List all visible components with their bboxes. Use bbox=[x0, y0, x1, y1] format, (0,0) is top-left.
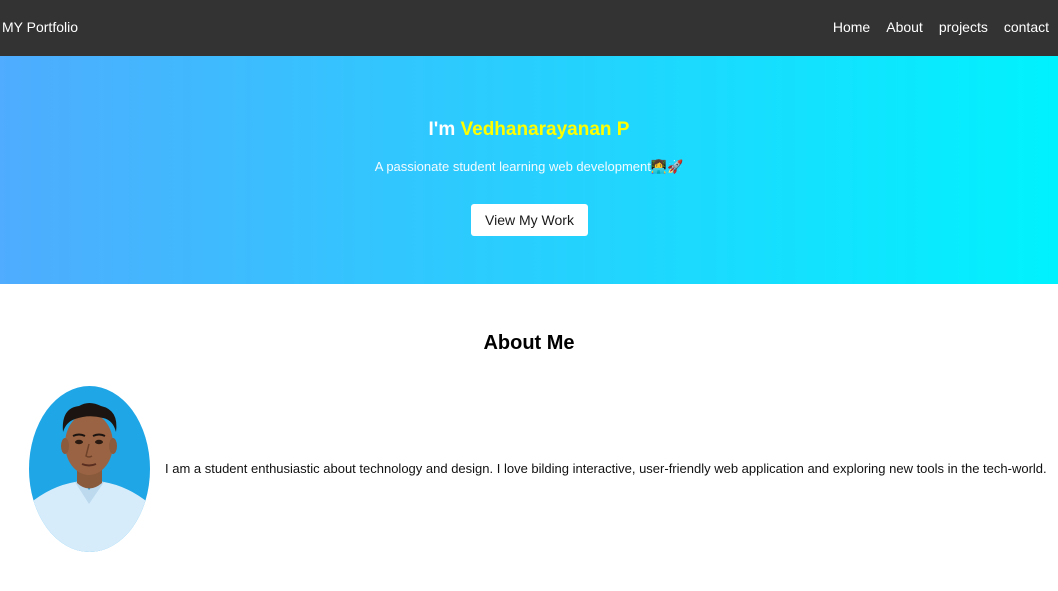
about-description: I am a student enthusiastic about techno… bbox=[165, 461, 1047, 476]
view-my-work-button[interactable]: View My Work bbox=[471, 204, 588, 236]
profile-photo bbox=[29, 386, 150, 552]
hero-greeting: I'm bbox=[428, 119, 461, 140]
nav-link-about[interactable]: About bbox=[886, 19, 923, 35]
brand-logo-text[interactable]: MY Portfolio bbox=[2, 19, 78, 35]
hero-section: I'm Vedhanarayanan P A passionate studen… bbox=[0, 56, 1058, 284]
hero-title: I'm Vedhanarayanan P bbox=[0, 119, 1058, 141]
hero-subtitle: A passionate student learning web develo… bbox=[374, 159, 684, 174]
nav-link-home[interactable]: Home bbox=[833, 19, 870, 35]
about-title: About Me bbox=[483, 332, 575, 354]
navbar: MY Portfolio Home About projects contact bbox=[0, 0, 1058, 56]
nav-link-projects[interactable]: projects bbox=[939, 19, 988, 35]
nav-link-contact[interactable]: contact bbox=[1004, 19, 1049, 35]
hero-name: Vedhanarayanan P bbox=[460, 119, 630, 140]
nav-links: Home About projects contact bbox=[833, 19, 1049, 35]
